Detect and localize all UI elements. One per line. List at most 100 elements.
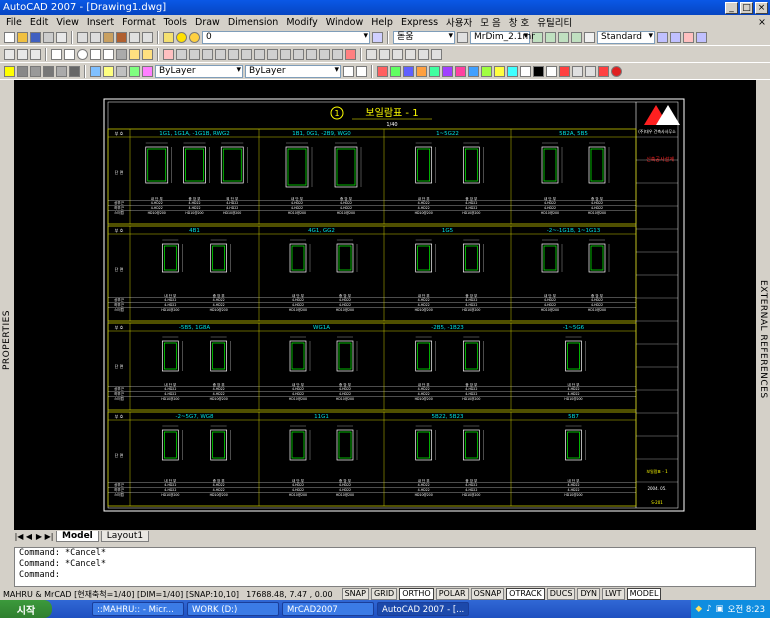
scale-icon[interactable] <box>254 48 265 60</box>
menu-format[interactable]: Format <box>118 17 159 28</box>
id-point-icon[interactable] <box>405 48 416 60</box>
menu-draw[interactable]: Draw <box>191 17 224 28</box>
network-icon[interactable]: ▣ <box>716 604 724 614</box>
task-mahru[interactable]: ::MAHRU:: - Micr... <box>92 602 184 616</box>
properties-icon[interactable] <box>657 31 668 43</box>
calculator-icon[interactable] <box>431 48 442 60</box>
stop-icon[interactable] <box>611 65 622 77</box>
start-button[interactable]: 시작 <box>0 600 52 618</box>
layer-lock-icon[interactable] <box>116 65 127 77</box>
arc-icon[interactable] <box>90 48 101 60</box>
explode-icon[interactable] <box>345 48 356 60</box>
toggle-osnap[interactable]: OSNAP <box>470 588 505 600</box>
block-icon[interactable] <box>129 48 140 60</box>
toggle-ducs[interactable]: DUCS <box>546 588 576 600</box>
chamfer-icon[interactable] <box>319 48 330 60</box>
tab-first-icon[interactable]: |◀ <box>14 532 24 541</box>
tab-prev-icon[interactable]: ◀ <box>24 532 34 541</box>
move-icon[interactable] <box>228 48 239 60</box>
preview-icon[interactable] <box>56 31 67 43</box>
menu-modify[interactable]: Modify <box>282 17 321 28</box>
open-icon[interactable] <box>17 31 28 43</box>
snap-nearest-icon[interactable] <box>507 65 518 77</box>
snap-extension-icon[interactable] <box>455 65 466 77</box>
break-icon[interactable] <box>306 48 317 60</box>
menu-edit[interactable]: Edit <box>26 17 52 28</box>
menu-express[interactable]: Express <box>397 17 442 28</box>
layer-manager-icon[interactable] <box>163 31 174 43</box>
color-swatch-gray5-icon[interactable] <box>69 65 80 77</box>
tab-layout1[interactable]: Layout1 <box>100 531 150 542</box>
color-swatch-yellow-icon[interactable] <box>4 65 15 77</box>
rotate-icon[interactable] <box>241 48 252 60</box>
snap-tangent-icon[interactable] <box>494 65 505 77</box>
lightbulb-icon[interactable] <box>176 31 187 43</box>
toggle-lwt[interactable]: LWT <box>602 588 625 600</box>
snap-perpendicular-icon[interactable] <box>481 65 492 77</box>
extend-icon[interactable] <box>293 48 304 60</box>
mtext-icon[interactable] <box>546 65 557 77</box>
flag-icon[interactable] <box>598 65 609 77</box>
text-icon[interactable] <box>457 31 468 43</box>
layer-freeze-icon[interactable] <box>90 65 101 77</box>
copy-object-icon[interactable] <box>176 48 187 60</box>
area-icon[interactable] <box>379 48 390 60</box>
color-combo[interactable]: ByLayer <box>155 64 243 78</box>
menu-insert[interactable]: Insert <box>83 17 118 28</box>
command-prompt[interactable]: Command: <box>19 570 755 581</box>
stretch-icon[interactable] <box>267 48 278 60</box>
color-swatch-gray3-icon[interactable] <box>43 65 54 77</box>
circle-icon[interactable] <box>77 48 88 60</box>
pan-icon[interactable] <box>30 48 41 60</box>
polyline-icon[interactable] <box>64 48 75 60</box>
hatch-icon[interactable] <box>116 48 127 60</box>
color-swatch-gray-icon[interactable] <box>17 65 28 77</box>
rectangle-icon[interactable] <box>103 48 114 60</box>
toggle-snap[interactable]: SNAP <box>341 588 369 600</box>
menu-help[interactable]: Help <box>367 17 397 28</box>
dim-style-combo[interactable]: MrDim_2.1mr <box>470 30 535 44</box>
layer-iso-icon[interactable] <box>129 65 140 77</box>
snap-insert-icon[interactable] <box>468 65 479 77</box>
text-style-combo[interactable]: 돋움 <box>393 30 455 44</box>
menu-utility[interactable]: 유틸리티 <box>533 15 576 29</box>
snap-quadrant-icon[interactable] <box>429 65 440 77</box>
redo-icon[interactable] <box>142 31 153 43</box>
toggle-model[interactable]: MODEL <box>626 588 662 600</box>
task-autocad[interactable]: AutoCAD 2007 - [... <box>377 602 469 616</box>
snap-intersection-icon[interactable] <box>442 65 453 77</box>
line-icon[interactable] <box>51 48 62 60</box>
print-icon[interactable] <box>43 31 54 43</box>
tab-last-icon[interactable]: ▶| <box>44 532 54 541</box>
plotstyle-icon[interactable] <box>356 65 367 77</box>
new-icon[interactable] <box>4 31 15 43</box>
zoom-window-icon[interactable] <box>4 48 15 60</box>
toggle-ortho[interactable]: ORTHO <box>399 588 434 600</box>
drawing-canvas[interactable]: 1 보일람표 - 1 1/40 부 호단 면 상부근 하부근 스터럽 1G1, 1G1A, -… <box>14 80 756 530</box>
snap-midpoint-icon[interactable] <box>390 65 401 77</box>
menu-collection[interactable]: 모 음 <box>476 15 505 29</box>
menu-dimension[interactable]: Dimension <box>224 17 283 28</box>
menu-tools[interactable]: Tools <box>160 17 191 28</box>
trim-icon[interactable] <box>280 48 291 60</box>
menu-file[interactable]: File <box>2 17 26 28</box>
sun-icon[interactable] <box>189 31 200 43</box>
erase-icon[interactable] <box>163 48 174 60</box>
snap-none-icon[interactable] <box>520 65 531 77</box>
table-icon[interactable] <box>584 31 595 43</box>
insert-icon[interactable] <box>142 48 153 60</box>
snap-node-icon[interactable] <box>416 65 427 77</box>
dtext-icon[interactable] <box>559 65 570 77</box>
menu-view[interactable]: View <box>52 17 83 28</box>
dim-linear-icon[interactable] <box>545 31 556 43</box>
mirror-icon[interactable] <box>189 48 200 60</box>
task-mrcad[interactable]: MrCAD2007 <box>282 602 374 616</box>
color-swatch-gray4-icon[interactable] <box>56 65 67 77</box>
layer-combo[interactable]: 0 <box>202 30 370 44</box>
paste-icon[interactable] <box>103 31 114 43</box>
toggle-grid[interactable]: GRID <box>370 588 398 600</box>
snap-endpoint-icon[interactable] <box>377 65 388 77</box>
minimize-button[interactable]: _ <box>725 1 738 14</box>
toggle-polar[interactable]: POLAR <box>435 588 469 600</box>
task-work-drive[interactable]: WORK (D:) <box>187 602 279 616</box>
